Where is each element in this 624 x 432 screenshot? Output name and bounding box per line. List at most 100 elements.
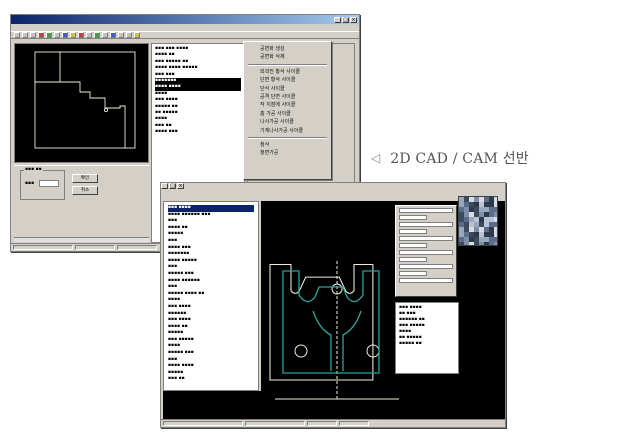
list-item[interactable]: ▪▪▪▪▪▪ [168, 311, 254, 318]
list-item[interactable]: ▪▪▪ ▪▪▪▪ [168, 304, 254, 311]
menu-item-thread-cycle[interactable]: 나사가공 사이클 [246, 118, 329, 126]
menu-item-face-cut-cycle[interactable]: 공격 단면 사이클 [246, 93, 329, 101]
tool-icon[interactable] [78, 32, 84, 38]
tool-icon[interactable] [62, 32, 68, 38]
lathe-parameter-dialog: ▪▪▪ ▪▪ ▪▪▪ 확인 취소 [14, 165, 149, 243]
tool-properties-panel [395, 205, 457, 297]
tool-icon[interactable] [102, 32, 108, 38]
tool-icon[interactable] [94, 32, 100, 38]
close-icon[interactable]: × [177, 183, 184, 189]
list-item: ▪▪▪▪▪ ▪▪ [399, 341, 422, 346]
list-item[interactable]: ▪▪▪▪ ▪▪▪▪▪▪ [168, 278, 254, 285]
list-item[interactable]: ▪▪▪▪ ▪▪▪ [155, 129, 241, 135]
list-item[interactable]: ▪▪▪ [168, 284, 254, 291]
list-item[interactable]: ▪▪▪ ▪▪ [168, 376, 254, 383]
list-item[interactable]: ▪▪▪ [168, 264, 254, 271]
property-field[interactable] [399, 257, 427, 262]
cad-statusbar [161, 419, 505, 427]
property-field[interactable] [399, 271, 427, 276]
list-item[interactable]: ▪▪▪▪▪ [168, 370, 254, 377]
menu-item-groove-cycle[interactable]: 홈 가공 사이클 [246, 110, 329, 118]
list-item[interactable]: ▪▪▪ [168, 218, 254, 225]
menu-item-facing[interactable]: 정면가공 [246, 149, 329, 157]
property-field[interactable] [399, 278, 453, 283]
menu-item-machine-thread-cycle[interactable]: 기계나사가공 사이클 [246, 127, 329, 135]
horizontal-scrollbar[interactable] [14, 237, 149, 242]
tool-icon[interactable] [46, 32, 52, 38]
list-item[interactable]: ▪▪▪▪▪ ▪▪▪▪ ▪▪ [168, 291, 254, 298]
list-item[interactable]: ▪▪▪ [168, 238, 254, 245]
list-item[interactable]: ▪▪▪▪ ▪▪ [168, 324, 254, 331]
minimize-icon[interactable]: _ [334, 16, 341, 23]
stock-outline [34, 51, 136, 149]
menu-item-face-rough-cycle[interactable]: 단면 황삭 사이클 [246, 76, 329, 84]
caption-arrow-icon: ◁ [371, 151, 381, 165]
parameter-input[interactable] [39, 180, 59, 187]
list-item[interactable]: ▪▪▪▪ [168, 297, 254, 304]
tool-image-palette[interactable] [458, 196, 498, 246]
tool-icon[interactable] [54, 32, 60, 38]
list-item[interactable]: ▪▪▪ ▪▪▪▪ [168, 317, 254, 324]
list-item[interactable]: ▪▪▪▪▪ [168, 231, 254, 238]
caption: ◁ 2D CAD / CAM 선반 [371, 148, 529, 168]
maximize-icon[interactable]: □ [169, 183, 176, 189]
list-item[interactable]: ▪▪▪▪ ▪▪▪▪▪▪ ▪▪▪ [168, 212, 254, 219]
new-file-icon[interactable] [14, 32, 20, 38]
command-line-area[interactable] [163, 391, 261, 419]
property-field[interactable] [399, 215, 427, 220]
tool-icon[interactable] [38, 32, 44, 38]
list-item[interactable]: ▪▪▪ [168, 357, 254, 364]
menu-item-point-cycle[interactable]: 작 지점에 사이클 [246, 101, 329, 109]
menu-item-create-stock[interactable]: 공변화 생성 [246, 45, 329, 53]
menu-item-step-cycle[interactable]: 단삭 사이클 [246, 85, 329, 93]
list-item[interactable]: ▪▪▪▪▪ ▪▪▪ [168, 350, 254, 357]
tool-icon[interactable] [134, 32, 140, 38]
property-field[interactable] [399, 222, 453, 227]
property-field[interactable] [399, 236, 453, 241]
list-item[interactable]: ▪▪▪▪▪ ▪▪▪ [168, 271, 254, 278]
maximize-icon[interactable]: □ [342, 16, 349, 23]
property-field[interactable] [399, 250, 453, 255]
tool-icon[interactable] [70, 32, 76, 38]
open-file-icon[interactable] [22, 32, 28, 38]
tool-icon[interactable] [86, 32, 92, 38]
minimize-icon[interactable]: _ [161, 183, 168, 189]
property-field[interactable] [399, 208, 453, 213]
property-field[interactable] [399, 229, 427, 234]
list-item[interactable]: ▪▪▪ ▪▪▪▪▪ [168, 337, 254, 344]
menu-item-delete-stock[interactable]: 공변화 삭제 [246, 53, 329, 61]
list-item-selected[interactable]: ▪▪▪ ▪▪▪▪ [168, 205, 254, 212]
list-item[interactable]: ▪▪▪▪ [168, 343, 254, 350]
property-field[interactable] [399, 243, 427, 248]
hole-left [294, 344, 308, 358]
cad-window-titlebar[interactable]: _ □ × [161, 183, 505, 191]
property-field[interactable] [399, 264, 453, 269]
cycle-popup-menu: 공변화 생성 공변화 삭제 외곽전 황삭 사이클 단면 황삭 사이클 단삭 사이… [243, 41, 332, 180]
save-file-icon[interactable] [30, 32, 36, 38]
ok-button[interactable]: 확인 [72, 174, 98, 183]
status-pane [13, 245, 73, 250]
status-pane [117, 245, 157, 250]
tool-icon[interactable] [126, 32, 132, 38]
part-profile [59, 52, 126, 148]
tool-icon[interactable] [118, 32, 124, 38]
list-item[interactable]: ▪▪▪▪ ▪▪▪▪ [168, 363, 254, 370]
lathe-window-titlebar[interactable]: _ □ × [11, 15, 359, 24]
menu-item-outer-rough-cycle[interactable]: 외곽전 황삭 사이클 [246, 68, 329, 76]
tool-icon[interactable] [110, 32, 116, 38]
menu-item-finish[interactable]: 정삭 [246, 141, 329, 149]
caption-text: 2D CAD / CAM 선반 [390, 151, 529, 167]
close-icon[interactable]: × [350, 16, 357, 23]
status-pane [75, 245, 115, 250]
list-item[interactable]: ▪▪▪▪ ▪▪▪ [168, 245, 254, 252]
part-outer-profile [269, 263, 374, 381]
list-item[interactable]: ▪▪▪▪▪▪▪ [168, 251, 254, 258]
list-item[interactable]: ▪▪▪▪ ▪▪ [168, 225, 254, 232]
lathe-menubar [11, 24, 359, 31]
list-item[interactable]: ▪▪▪▪ ▪▪▪▪▪ [168, 258, 254, 265]
composite-screenshot: _ □ × ▪▪▪ ▪▪▪ ▪▪▪▪ ▪▪▪▪ ▪▪ ▪▪▪ ▪▪▪▪▪ ▪▪ … [0, 0, 624, 432]
lathe-drawing-canvas[interactable] [14, 43, 149, 163]
cancel-button[interactable]: 취소 [72, 186, 98, 195]
list-item[interactable]: ▪▪▪▪▪ [168, 330, 254, 337]
info-text-panel: ▪▪▪ ▪▪▪▪ ▪▪ ▪▪▪ ▪▪▪▪▪▪ ▪▪ ▪▪▪ ▪▪▪▪▪ ▪▪▪▪… [395, 302, 459, 374]
